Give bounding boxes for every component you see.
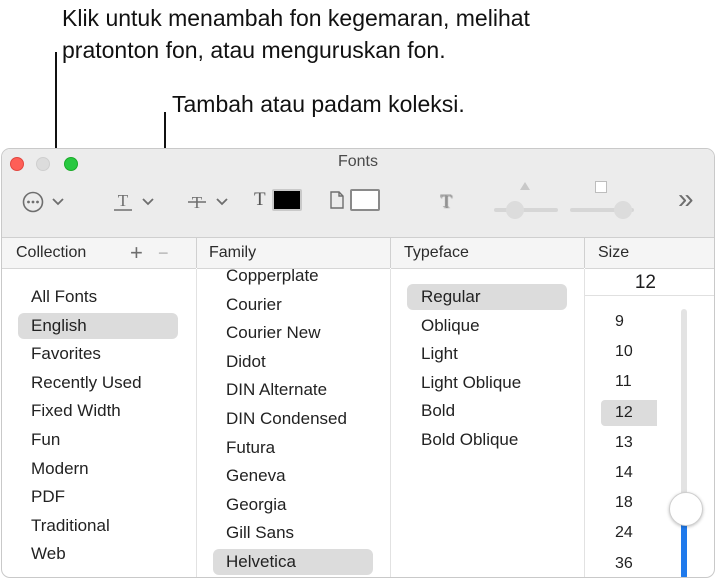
collection-item[interactable]: PDF [18,484,178,510]
ellipsis-circle-icon [22,191,44,213]
family-item[interactable]: Georgia [213,492,373,518]
remove-collection-button[interactable]: − [158,238,169,268]
family-item[interactable]: DIN Alternate [213,377,373,403]
text-color-label: T [254,189,266,210]
action-menu-button[interactable] [22,191,64,218]
typeface-header: Typeface [391,238,584,269]
shadow-blur-slider[interactable] [570,181,634,221]
toolbar-overflow-button[interactable]: » [678,183,694,215]
size-option[interactable]: 9 [601,309,657,335]
family-item[interactable]: Courier [213,292,373,318]
collection-item[interactable]: Traditional [18,513,178,539]
titlebar: Fonts T T T » [2,149,714,238]
chevron-down-icon [142,198,154,206]
family-item[interactable]: Courier New [213,320,373,346]
chevron-down-icon [52,198,64,206]
family-item[interactable]: Copperplate [213,269,373,289]
size-list: 9 10 11 12 13 14 18 24 36 [585,309,665,577]
typeface-list: Regular Oblique Light Light Oblique Bold Bold… [391,269,585,577]
strikethrough-button[interactable]: T [186,191,228,218]
size-header-label: Size [598,244,630,261]
square-icon [595,181,607,193]
collection-item[interactable]: English [18,312,178,339]
size-option[interactable]: 18 [601,490,657,516]
svg-text:T: T [118,191,129,210]
collection-list: All Fonts English Favorites Recently Used Fi… [2,269,197,577]
family-item[interactable]: DIN Condensed [213,406,373,432]
size-header: Size [585,238,714,269]
collection-header: Collection + − [2,238,196,269]
size-option[interactable]: 12 [601,399,657,426]
typeface-item[interactable]: Light Oblique [407,370,567,396]
collection-item[interactable]: All Fonts [18,284,178,310]
triangle-icon [520,182,530,190]
callout-top-line2: pratonton fon, atau menguruskan fon. [62,37,446,63]
window-title: Fonts [337,153,378,170]
size-option[interactable]: 13 [601,430,657,456]
underline-text-icon: T [114,191,132,211]
size-slider[interactable] [669,309,703,577]
document-color-swatch[interactable] [350,189,380,211]
callout-top-line1: Klik untuk menambah fon kegemaran, melih… [62,5,530,31]
collection-item[interactable]: Favorites [18,341,178,367]
size-option[interactable]: 24 [601,520,657,546]
fonts-window: Fonts T T T » Collection + − Family Type… [1,148,715,578]
collection-header-label: Collection [16,244,87,261]
typeface-item[interactable]: Light [407,341,567,367]
size-panel: 12 9 10 11 12 13 14 18 24 36 [585,269,714,577]
collection-item[interactable]: Modern [18,456,178,482]
family-item[interactable]: Didot [213,349,373,375]
add-collection-button[interactable]: + [130,238,143,268]
size-input[interactable]: 12 [585,269,714,296]
callout-collections: Tambah atau padam koleksi. [172,91,465,117]
chevron-down-icon [216,198,228,206]
text-color-swatch[interactable] [271,189,302,211]
strikethrough-text-icon: T [188,193,206,212]
text-color-control[interactable]: T [254,189,302,211]
document-color-control[interactable] [330,189,380,211]
shadow-toggle[interactable]: T [440,191,452,213]
size-slider-knob[interactable] [669,492,703,526]
typeface-item[interactable]: Bold [407,398,567,424]
collection-item[interactable]: Web [18,541,178,567]
family-item[interactable]: Geneva [213,463,373,489]
size-option[interactable]: 11 [601,369,657,395]
underline-button[interactable]: T [112,191,154,218]
family-header-label: Family [209,244,257,261]
collection-item[interactable]: Fixed Width [18,398,178,424]
family-item[interactable]: Futura [213,435,373,461]
text-shadow-icon: T [440,191,452,212]
shadow-opacity-slider[interactable] [494,181,558,221]
family-item[interactable]: Helvetica [213,549,373,575]
collection-item[interactable]: Recently Used [18,370,178,396]
callout-top: Klik untuk menambah fon kegemaran, melih… [62,2,530,66]
typeface-header-label: Typeface [404,244,469,261]
typeface-item[interactable]: Bold Oblique [407,427,567,453]
size-option[interactable]: 10 [601,339,657,365]
family-list: Copperplate Courier Courier New Didot DIN Al… [197,269,391,577]
family-item[interactable]: Gill Sans [213,520,373,546]
collection-item[interactable]: Fun [18,427,178,453]
document-icon [330,191,344,209]
typeface-item[interactable]: Oblique [407,313,567,339]
family-header: Family [197,238,390,269]
size-option[interactable]: 14 [601,460,657,486]
size-option[interactable]: 36 [601,551,657,577]
typeface-item[interactable]: Regular [407,284,567,310]
